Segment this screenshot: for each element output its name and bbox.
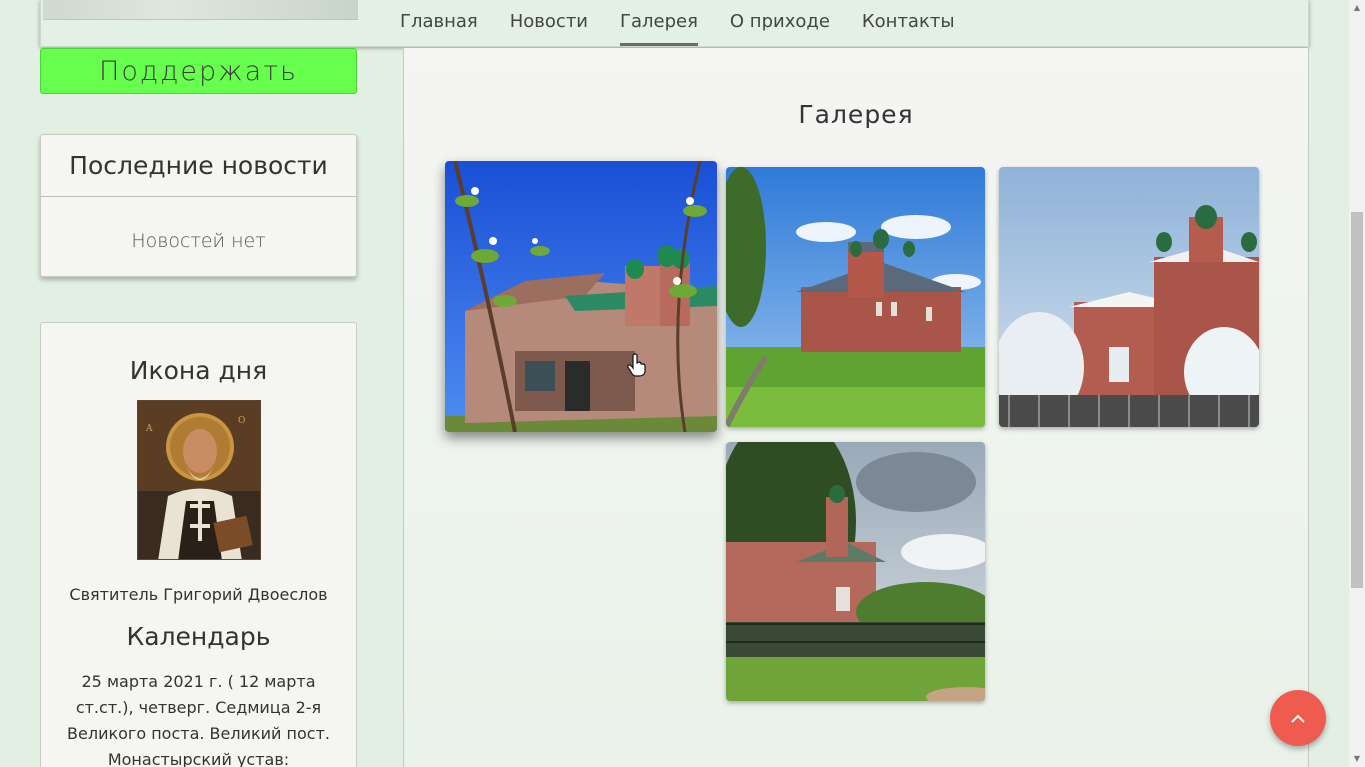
hand-pointer-icon [627, 353, 646, 377]
top-navbar: Главная Новости Галерея О приходе Контак… [40, 0, 1309, 47]
donate-button[interactable]: Поддержать [40, 48, 357, 94]
gallery-photo-1[interactable] [445, 161, 717, 432]
page-title: Галерея [798, 100, 914, 129]
calendar-text: 25 марта 2021 г. ( 12 марта ст.ст.), чет… [67, 672, 330, 767]
nav-item-about[interactable]: О приходе [714, 0, 846, 47]
nav-item-gallery[interactable]: Галерея [604, 0, 714, 47]
nav-item-contacts[interactable]: Контакты [846, 0, 971, 47]
icon-of-day-title: Икона дня [129, 356, 268, 385]
header-image-strip [43, 0, 358, 20]
main-nav: Главная Новости Галерея О приходе Контак… [384, 0, 971, 47]
nav-item-home[interactable]: Главная [384, 0, 494, 47]
scroll-up-icon[interactable]: ▲ [1349, 0, 1365, 16]
scroll-down-icon[interactable]: ▼ [1349, 751, 1365, 767]
news-empty-text: Новостей нет [131, 230, 266, 252]
calendar-title: Календарь [126, 622, 271, 651]
gallery-photo-2[interactable] [726, 167, 985, 427]
icon-of-day-panel: Икона дня Α Ο Святитель Григорий Двоесло… [40, 322, 357, 767]
gallery-photo-4[interactable] [726, 442, 985, 701]
latest-news-title: Последние новости [41, 135, 356, 197]
gallery-photo-3[interactable] [999, 167, 1259, 427]
scrollbar-thumb[interactable] [1351, 212, 1363, 588]
saint-icon-image[interactable]: Α Ο [137, 400, 261, 560]
chevron-up-icon [1291, 714, 1305, 723]
nav-item-news[interactable]: Новости [494, 0, 604, 47]
back-to-top-button[interactable] [1270, 690, 1326, 746]
page-scrollbar[interactable]: ▲ ▼ [1349, 0, 1365, 767]
latest-news-panel: Последние новости Новостей нет [40, 134, 357, 277]
saint-name: Святитель Григорий Двоеслов [69, 585, 328, 604]
svg-text:Ο: Ο [238, 416, 245, 426]
svg-text:Α: Α [145, 424, 153, 434]
